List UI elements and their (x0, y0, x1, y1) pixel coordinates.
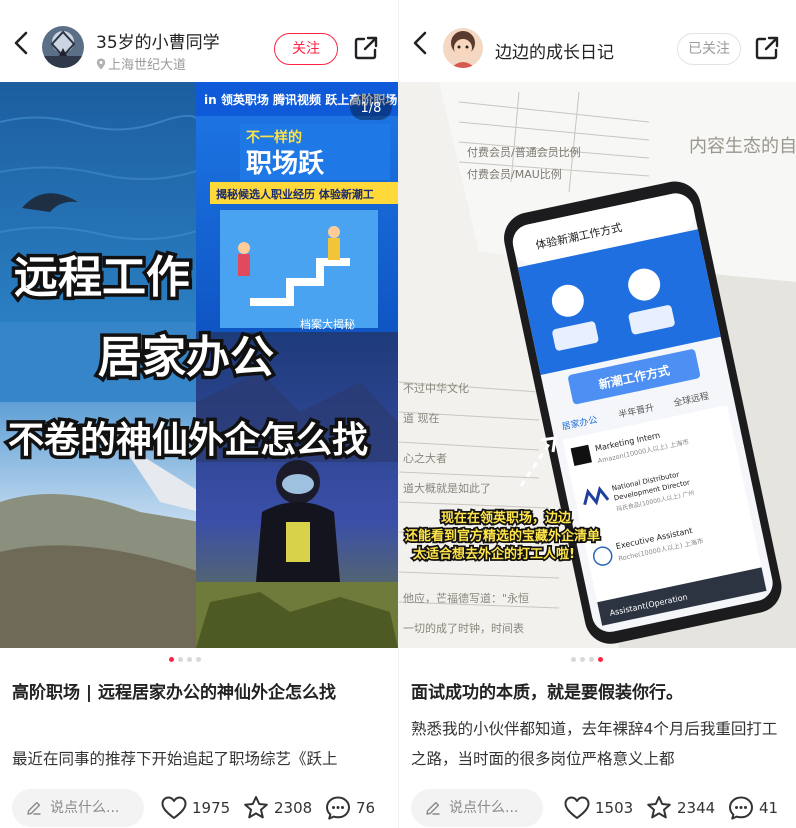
carousel-dots (571, 657, 603, 665)
carousel-dot[interactable] (580, 657, 585, 662)
following-button[interactable]: 已关注 (677, 33, 741, 65)
comment-button[interactable]: 41 (727, 794, 778, 822)
svg-text:还能看到官方精选的宝藏外企清单: 还能看到官方精选的宝藏外企清单 (404, 528, 600, 544)
comment-bubble-icon (326, 796, 350, 820)
svg-text:心之大者: 心之大者 (403, 451, 447, 465)
carousel-dot[interactable] (598, 657, 603, 662)
carousel-dot[interactable] (196, 657, 201, 662)
author-name[interactable]: 边边的成长日记 (495, 38, 614, 63)
location-label: 上海世纪大道 (96, 54, 186, 73)
interaction-bar: 说点什么... 1503 2344 41 (399, 780, 796, 828)
post-title: 高阶职场 | 远程居家办公的神仙外企怎么找 (12, 683, 337, 703)
like-button[interactable]: 1975 (160, 794, 230, 822)
pencil-icon (27, 801, 41, 815)
post-header: 35岁的小曹同学 上海世纪大道 关注 (0, 0, 398, 82)
post-title: 面试成功的本质，就是要假装你行。 (411, 683, 683, 703)
post-excerpt: 熟悉我的小伙伴都知道，去年裸辞4个月后我重回打工之路，当时面的很多岗位严格意义上… (411, 720, 778, 768)
pencil-icon (426, 801, 440, 815)
author-name[interactable]: 35岁的小曹同学 (96, 28, 220, 53)
post-panel-left: 35岁的小曹同学 上海世纪大道 关注 in 领英职场 腾讯视频 跃上高阶职场 1… (0, 0, 398, 828)
carousel-dot[interactable] (169, 657, 174, 662)
avatar[interactable] (443, 28, 483, 68)
collect-button[interactable]: 2308 (242, 794, 312, 822)
svg-text:一切的成了时钟，时间表: 一切的成了时钟，时间表 (403, 621, 524, 635)
location-text: 上海世纪大道 (108, 58, 187, 73)
comment-placeholder: 说点什么... (449, 800, 519, 816)
image-counter: 1/8 (361, 101, 382, 116)
svg-text:居家办公: 居家办公 (98, 332, 274, 383)
heart-icon (564, 796, 590, 819)
svg-text:付费会员/MAU比例: 付费会员/MAU比例 (467, 167, 562, 181)
post-header: 边边的成长日记 已关注 (399, 0, 796, 82)
svg-text:不一样的: 不一样的 (246, 129, 302, 146)
collect-button[interactable]: 2344 (645, 794, 715, 822)
svg-text:档案大揭秘: 档案大揭秘 (300, 317, 355, 331)
carousel-dot[interactable] (178, 657, 183, 662)
comment-bubble-icon (729, 796, 753, 820)
carousel-dots (169, 657, 201, 665)
star-icon (244, 796, 268, 819)
comment-count: 41 (759, 799, 779, 817)
share-icon[interactable] (352, 34, 380, 62)
back-arrow-icon[interactable] (409, 30, 433, 56)
like-count: 1975 (192, 799, 231, 817)
interaction-bar: 说点什么... 1975 2308 76 (0, 780, 398, 828)
comment-input[interactable]: 说点什么... (12, 789, 144, 827)
collect-count: 2344 (677, 799, 716, 817)
carousel-dot[interactable] (187, 657, 192, 662)
carousel-dot[interactable] (589, 657, 594, 662)
like-button[interactable]: 1503 (563, 794, 633, 822)
follow-button[interactable]: 关注 (274, 33, 338, 65)
svg-text:揭秘候选人职业经历 体验新潮工: 揭秘候选人职业经历 体验新潮工 (216, 187, 374, 201)
post-excerpt: 最近在同事的推荐下开始追起了职场综艺《跃上 (12, 750, 338, 768)
svg-text:内容生态的自然衍生: 内容生态的自然衍生 (689, 136, 796, 157)
comment-input[interactable]: 说点什么... (411, 789, 543, 827)
collect-count: 2308 (274, 799, 313, 817)
svg-text:付费会员/普通会员比例: 付费会员/普通会员比例 (467, 145, 581, 159)
post-image-carousel[interactable]: in 领英职场 腾讯视频 跃上高阶职场 1/8 不一样的 职场跃 揭秘候选人职业… (0, 82, 398, 648)
svg-text:不过中华文化: 不过中华文化 (403, 381, 469, 395)
avatar[interactable] (42, 26, 84, 68)
comment-button[interactable]: 76 (324, 794, 375, 822)
svg-text:不卷的神仙外企怎么找: 不卷的神仙外企怎么找 (8, 419, 368, 461)
post-image: 付费会员/普通会员比例 付费会员/MAU比例 内容生态的自然衍生 不过中华文化道… (399, 82, 796, 648)
svg-text:道 现在: 道 现在 (403, 411, 440, 425)
like-count: 1503 (595, 799, 634, 817)
heart-icon (161, 796, 187, 819)
svg-text:他应，芒福德写道："永恒: 他应，芒福德写道："永恒 (403, 591, 529, 605)
back-arrow-icon[interactable] (10, 30, 34, 56)
post-image-carousel[interactable]: 付费会员/普通会员比例 付费会员/MAU比例 内容生态的自然衍生 不过中华文化道… (399, 82, 796, 648)
comment-placeholder: 说点什么... (50, 800, 120, 816)
star-icon (647, 796, 671, 819)
svg-text:道大概就是如此了: 道大概就是如此了 (403, 481, 491, 495)
comment-count: 76 (356, 799, 376, 817)
svg-text:太适合想去外企的打工人啦!: 太适合想去外企的打工人啦! (412, 546, 575, 562)
carousel-dot[interactable] (571, 657, 576, 662)
post-panel-right: 边边的成长日记 已关注 付费会员/普通会员比例 付费会员/MAU比例 内容生态的… (398, 0, 796, 828)
post-image: in 领英职场 腾讯视频 跃上高阶职场 1/8 不一样的 职场跃 揭秘候选人职业… (0, 82, 398, 648)
share-icon[interactable] (753, 34, 781, 62)
svg-text:远程工作: 远程工作 (14, 252, 190, 303)
location-pin-icon (96, 58, 106, 70)
svg-text:现在在领英职场，边边: 现在在领英职场，边边 (441, 510, 572, 526)
svg-text:职场跃: 职场跃 (246, 149, 325, 179)
